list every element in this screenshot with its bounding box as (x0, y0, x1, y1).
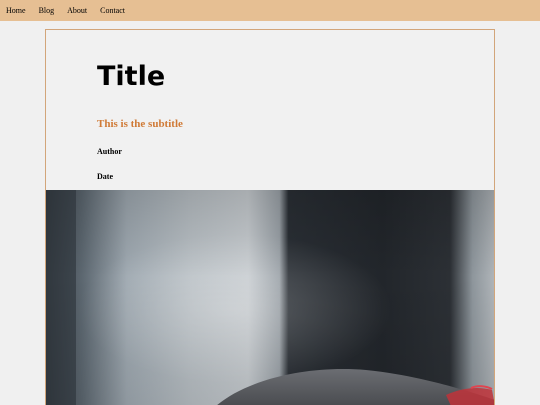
article-title: Title (97, 61, 166, 92)
top-navbar: Home Blog About Contact (0, 0, 540, 21)
article-author: Author (97, 147, 122, 156)
article-card: Title This is the subtitle Author Date (45, 29, 495, 405)
nav-link-about[interactable]: About (67, 0, 87, 21)
hero-photo-graphic (46, 190, 494, 405)
nav-link-blog[interactable]: Blog (39, 0, 55, 21)
nav-link-contact[interactable]: Contact (100, 0, 125, 21)
nav-link-home[interactable]: Home (6, 0, 26, 21)
article-subtitle: This is the subtitle (97, 118, 183, 130)
hero-image (46, 190, 494, 405)
article-date: Date (97, 172, 113, 181)
